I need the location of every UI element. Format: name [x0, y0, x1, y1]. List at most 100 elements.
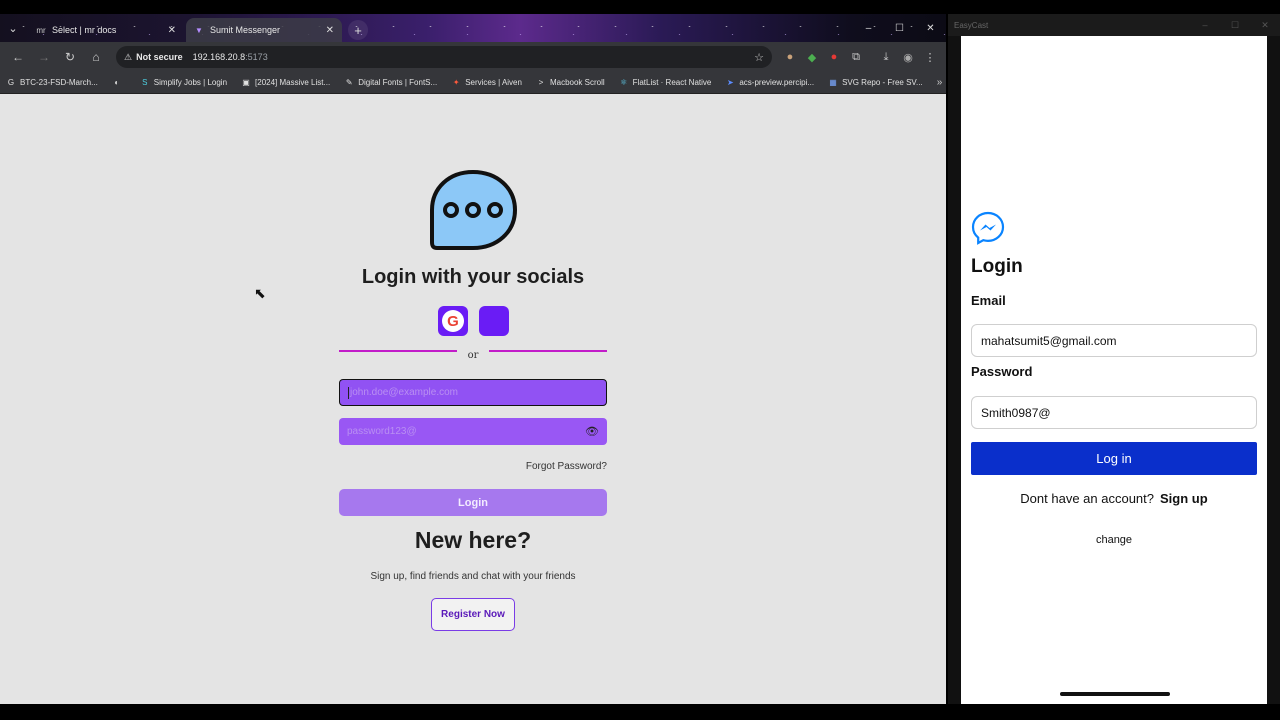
messenger-logo-icon: [971, 211, 1005, 245]
home-indicator[interactable]: [1060, 692, 1170, 696]
easycast-window-title: EasyCast: [954, 20, 989, 30]
bookmark-aiven-icon: ✦: [452, 78, 460, 87]
bookmark-list-icon: ▣: [242, 78, 250, 87]
google-icon: G: [442, 310, 464, 332]
bookmark-item[interactable]: ▣ [2024] Massive List...: [241, 78, 330, 88]
email-label: Email: [971, 293, 1006, 308]
browser-toolbar: ← → ↻ ⌂ ⚠ Not secure 192.168.20.8:5173 ☆…: [0, 42, 946, 72]
new-tab-button[interactable]: +: [348, 20, 368, 40]
tab-mr-docs[interactable]: mr Select | mr docs ✕: [28, 18, 184, 42]
bookmarks-overflow-icon[interactable]: »: [937, 77, 943, 88]
window-controls: – ☐ ✕: [853, 14, 946, 42]
forgot-password-link[interactable]: Forgot Password?: [339, 461, 607, 472]
bookmark-star-icon[interactable]: ☆: [754, 51, 764, 64]
text-caret: [348, 386, 349, 399]
phone-login-heading: Login: [971, 256, 1023, 277]
bookmark-item[interactable]: > Macbook Scroll: [536, 78, 605, 88]
bookmark-label: Simplify Jobs | Login: [153, 78, 228, 87]
mr-docs-favicon-icon: mr: [36, 25, 46, 35]
bookmarks-bar: G BTC-23-FSD-March... ◐ S Simplify Jobs | …: [0, 72, 946, 94]
profile-avatar[interactable]: ◉: [898, 47, 918, 67]
easycast-titlebar: EasyCast – ☐ ✕: [948, 14, 1280, 36]
divider-or-text: or: [467, 350, 479, 361]
bookmark-item[interactable]: ✦ Services | Aiven: [451, 78, 522, 88]
change-link[interactable]: change: [961, 534, 1267, 546]
messenger-login-page: Login with your socials G f or john.doe@…: [0, 94, 946, 704]
browser-window: ⌄ mr Select | mr docs ✕ ▼ Sumit Messenge…: [0, 14, 946, 704]
extension-coffee-icon[interactable]: ●: [780, 47, 800, 67]
password-label: Password: [971, 364, 1033, 379]
bookmark-simplify-icon: S: [142, 78, 148, 87]
browser-tab-strip: ⌄ mr Select | mr docs ✕ ▼ Sumit Messenge…: [0, 14, 946, 42]
bookmark-item[interactable]: S Simplify Jobs | Login: [140, 78, 227, 88]
password-placeholder: password123@: [347, 426, 417, 437]
new-here-heading: New here?: [414, 527, 532, 553]
bookmark-item[interactable]: ▦ SVG Repo - Free SV...: [828, 78, 923, 88]
bookmark-item[interactable]: ➤ acs-preview.percipi...: [725, 78, 814, 88]
bookmark-label: SVG Repo - Free SV...: [842, 78, 923, 87]
phone-email-input[interactable]: mahatsumit5@gmail.com: [971, 324, 1257, 357]
divider-right: [489, 350, 607, 352]
tab-sumit-messenger[interactable]: ▼ Sumit Messenger ✕: [186, 18, 342, 42]
divider-left: [339, 350, 457, 352]
bookmark-arrow-icon: ➤: [727, 78, 734, 87]
login-heading: Login with your socials: [361, 266, 585, 288]
close-tab-icon[interactable]: ✕: [168, 25, 176, 36]
bookmark-item[interactable]: G BTC-23-FSD-March...: [6, 78, 98, 88]
bookmark-label: acs-preview.percipi...: [739, 78, 815, 87]
mouse-cursor-icon: ⬉: [254, 285, 266, 301]
close-tab-icon[interactable]: ✕: [326, 25, 334, 36]
email-input[interactable]: john.doe@example.com: [339, 379, 607, 406]
extension-color-icon[interactable]: ◆: [802, 47, 822, 67]
show-password-eye-icon[interactable]: 👁: [585, 425, 599, 438]
signup-subtitle: Sign up, find friends and chat with your…: [370, 571, 576, 582]
bookmark-item[interactable]: ◐: [112, 78, 126, 88]
bookmark-item[interactable]: ✎ Digital Fonts | FontS...: [344, 78, 437, 88]
tab-title: Sumit Messenger: [210, 25, 281, 35]
warning-icon[interactable]: ⚠: [124, 52, 132, 63]
signup-link[interactable]: Sign up: [1160, 491, 1208, 506]
minimize-button[interactable]: –: [853, 14, 884, 42]
email-placeholder: john.doe@example.com: [350, 387, 458, 398]
phone-screen: Login Email mahatsumit5@gmail.com Passwo…: [961, 36, 1267, 704]
tab-title: Select | mr docs: [52, 25, 117, 35]
phone-password-input[interactable]: Smith0987@: [971, 396, 1257, 429]
phone-maximize-button[interactable]: ☐: [1220, 20, 1250, 31]
phone-login-button[interactable]: Log in: [971, 442, 1257, 475]
bookmark-globe-icon: ◐: [114, 78, 120, 87]
bookmark-svgrepo-icon: ▦: [829, 78, 837, 87]
tab-search-icon[interactable]: ⌄: [0, 14, 26, 42]
url-host: 192.168.20.8: [192, 52, 246, 62]
password-input[interactable]: password123@ 👁: [339, 418, 607, 445]
messenger-favicon-icon: ▼: [195, 25, 203, 35]
facebook-icon: f: [491, 310, 497, 331]
extensions-puzzle-icon[interactable]: ⧉: [846, 47, 866, 67]
extension-record-icon[interactable]: ●: [824, 47, 844, 67]
reload-icon[interactable]: ↻: [58, 45, 82, 69]
register-now-button[interactable]: Register Now: [431, 598, 515, 631]
login-button[interactable]: Login: [339, 489, 607, 516]
phone-minimize-button[interactable]: –: [1190, 20, 1220, 31]
no-account-text: Dont have an account?: [1020, 491, 1155, 506]
home-icon[interactable]: ⌂: [84, 45, 108, 69]
menu-kebab-icon[interactable]: ⋮: [920, 47, 940, 67]
download-icon[interactable]: ⤓: [876, 47, 896, 67]
bookmark-label: Services | Aiven: [465, 78, 522, 87]
bookmark-chevron-icon: >: [538, 78, 544, 87]
facebook-login-button[interactable]: f: [479, 306, 509, 336]
phone-close-button[interactable]: ✕: [1250, 20, 1280, 31]
signup-prompt: Dont have an account? Sign up: [961, 491, 1267, 506]
url-port: :5173: [245, 52, 268, 62]
address-bar[interactable]: ⚠ Not secure 192.168.20.8:5173 ☆: [116, 46, 772, 68]
security-status[interactable]: Not secure: [136, 52, 183, 62]
back-arrow-icon[interactable]: ←: [6, 45, 30, 69]
easycast-window: EasyCast – ☐ ✕ Login Email mahatsumit5@g…: [948, 14, 1280, 704]
forward-arrow-icon[interactable]: →: [32, 45, 56, 69]
google-login-button[interactable]: G: [438, 306, 468, 336]
bookmark-label: Macbook Scroll: [549, 78, 605, 87]
maximize-button[interactable]: ☐: [884, 14, 915, 42]
close-window-button[interactable]: ✕: [915, 14, 946, 42]
bookmark-label: FlatList · React Native: [632, 78, 712, 87]
bookmark-label: BTC-23-FSD-March...: [20, 78, 98, 87]
bookmark-item[interactable]: ⚛ FlatList · React Native: [619, 78, 712, 88]
